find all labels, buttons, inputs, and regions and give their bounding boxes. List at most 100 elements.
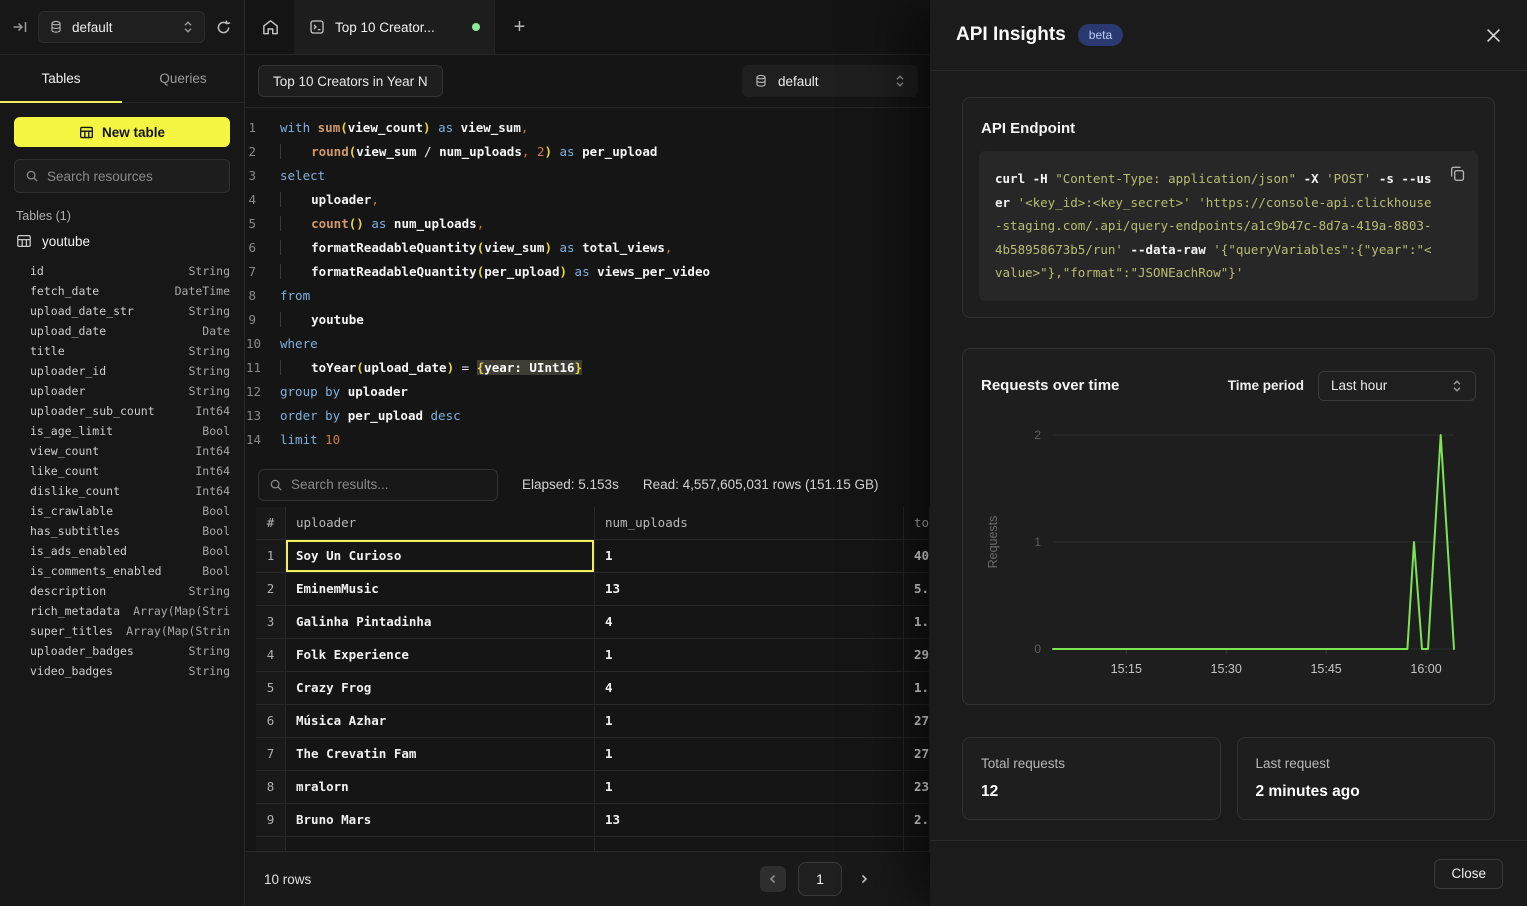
row-number-cell[interactable]: 9	[256, 804, 286, 836]
code-line[interactable]: 13order by per_upload desc	[246, 404, 930, 428]
column-type: String	[188, 301, 230, 321]
table-cell[interactable]: 5.1	[904, 573, 930, 605]
row-number-cell[interactable]: 4	[256, 639, 286, 671]
table-cell[interactable]: 13	[595, 573, 904, 605]
time-period-select[interactable]: Last hour	[1318, 371, 1476, 401]
rows-count: 10 rows	[264, 872, 311, 887]
code-line[interactable]: 9 youtube	[246, 308, 930, 332]
home-tab-button[interactable]	[246, 0, 295, 54]
table-cell[interactable]: 237	[904, 771, 930, 803]
table-cell[interactable]: 1	[595, 540, 904, 572]
search-resources-input[interactable]	[47, 169, 224, 184]
close-icon[interactable]	[1486, 28, 1501, 43]
line-number: 12	[246, 380, 280, 404]
column-header[interactable]: #	[256, 507, 286, 539]
table-cell[interactable]: 1	[595, 738, 904, 770]
row-number-cell[interactable]: 2	[256, 573, 286, 605]
code-content: order by per_upload desc	[280, 404, 461, 428]
code-line[interactable]: 3select	[246, 164, 930, 188]
unsaved-changes-dot	[472, 23, 480, 31]
table-cell[interactable]: Soy Un Curioso	[286, 540, 595, 572]
sql-editor[interactable]: 1with sum(view_count) as view_sum,2 roun…	[246, 108, 930, 462]
table-cell[interactable]: EminemMusic	[286, 573, 595, 605]
column-row: uploader_sub_countInt64	[30, 401, 230, 421]
table-cell[interactable]: The Crevatin Fam	[286, 738, 595, 770]
row-number-cell[interactable]: 6	[256, 705, 286, 737]
sidebar-item-youtube-table[interactable]: youtube	[0, 227, 244, 257]
column-row: is_comments_enabledBool	[30, 561, 230, 581]
table-cell[interactable]: 271	[904, 738, 930, 770]
search-results-input[interactable]	[291, 477, 487, 492]
table-cell[interactable]: 1	[595, 639, 904, 671]
tab-top-10-creators[interactable]: Top 10 Creator...	[295, 0, 495, 54]
new-table-button[interactable]: New table	[14, 117, 230, 147]
table-cell[interactable]: 1.4	[904, 606, 930, 638]
code-line[interactable]: 6 formatReadableQuantity(view_sum) as to…	[246, 236, 930, 260]
table-cell[interactable]: 1	[595, 771, 904, 803]
table-cell[interactable]: 274	[904, 705, 930, 737]
chevron-updown-icon	[182, 20, 194, 34]
database-selector[interactable]: default	[38, 11, 205, 43]
next-page-button[interactable]	[854, 866, 874, 892]
table-cell[interactable]: 407	[904, 540, 930, 572]
column-name: has_subtitles	[30, 521, 120, 541]
sidebar-tab-queries[interactable]: Queries	[122, 55, 244, 102]
column-row: titleString	[30, 341, 230, 361]
refresh-icon[interactable]	[215, 19, 232, 36]
code-line[interactable]: 8from	[246, 284, 930, 308]
close-button[interactable]: Close	[1434, 859, 1503, 889]
table-cell[interactable]: Folk Experience	[286, 639, 595, 671]
table-cell[interactable]: 13	[595, 804, 904, 836]
new-tab-button[interactable]: +	[495, 0, 544, 54]
curl-command[interactable]: curl -H "Content-Type: application/json"…	[979, 151, 1478, 301]
code-line[interactable]: 12group by uploader	[246, 380, 930, 404]
code-content: formatReadableQuantity(per_upload) as vi…	[280, 260, 710, 284]
row-number-cell[interactable]: 7	[256, 738, 286, 770]
last-request-value: 2 minutes ago	[1256, 783, 1477, 801]
collapse-sidebar-icon[interactable]	[12, 19, 28, 35]
table-cell[interactable]: Galinha Pintadinha	[286, 606, 595, 638]
copy-icon[interactable]	[1449, 165, 1466, 182]
query-database-selector[interactable]: default	[742, 65, 918, 97]
column-header[interactable]: tot	[904, 507, 930, 539]
chevron-right-icon	[859, 874, 869, 884]
table-cell[interactable]: 4	[595, 606, 904, 638]
results-table: #uploadernum_uploadstot1Soy Un Curioso14…	[256, 507, 930, 851]
column-type: Bool	[202, 501, 230, 521]
code-line[interactable]: 11 toYear(upload_date) = {year: UInt16}	[246, 356, 930, 380]
table-cell[interactable]: Bruno Mars	[286, 804, 595, 836]
table-cell[interactable]: 1.1	[904, 672, 930, 704]
code-line[interactable]: 4 uploader,	[246, 188, 930, 212]
row-number-cell[interactable]: 1	[256, 540, 286, 572]
requests-chart: 01215:1515:3015:4516:00Requests	[979, 409, 1480, 689]
table-cell[interactable]: Crazy Frog	[286, 672, 595, 704]
column-row: upload_dateDate	[30, 321, 230, 341]
code-line[interactable]: 2 round(view_sum / num_uploads, 2) as pe…	[246, 140, 930, 164]
table-cell[interactable]: 1	[595, 705, 904, 737]
code-line[interactable]: 14limit 10	[246, 428, 930, 452]
last-request-card: Last request 2 minutes ago	[1237, 737, 1496, 820]
row-number-cell[interactable]: 3	[256, 606, 286, 638]
column-row: fetch_dateDateTime	[30, 281, 230, 301]
code-content: from	[280, 284, 310, 308]
column-header[interactable]: num_uploads	[595, 507, 904, 539]
query-title[interactable]: Top 10 Creators in Year N	[258, 65, 443, 97]
code-line[interactable]: 5 count() as num_uploads,	[246, 212, 930, 236]
table-cell[interactable]: 4	[595, 672, 904, 704]
code-line[interactable]: 10where	[246, 332, 930, 356]
sidebar-search	[14, 159, 230, 193]
code-line[interactable]: 7 formatReadableQuantity(per_upload) as …	[246, 260, 930, 284]
code-line[interactable]: 1with sum(view_count) as view_sum,	[246, 116, 930, 140]
panel-title: API Insights	[956, 24, 1066, 46]
column-header[interactable]: uploader	[286, 507, 595, 539]
table-cell[interactable]: 2.8	[904, 804, 930, 836]
row-number-cell[interactable]: 5	[256, 672, 286, 704]
previous-page-button[interactable]	[760, 866, 786, 892]
row-number-cell[interactable]: 8	[256, 771, 286, 803]
table-cell[interactable]: mralorn	[286, 771, 595, 803]
table-cell[interactable]: 294	[904, 639, 930, 671]
sidebar-tab-tables[interactable]: Tables	[0, 55, 122, 102]
current-page-indicator[interactable]: 1	[798, 862, 842, 896]
table-cell[interactable]: Música Azhar	[286, 705, 595, 737]
home-icon	[261, 18, 280, 37]
